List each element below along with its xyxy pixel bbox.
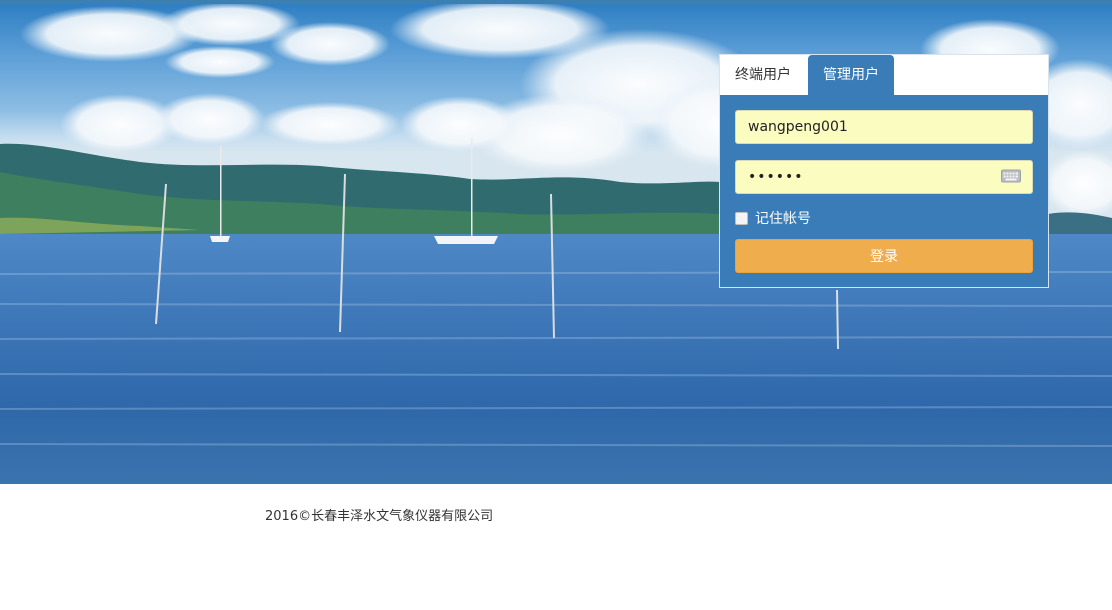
- login-panel: 终端用户 管理用户 wangpeng001 •••••• 记住帐号 登录: [719, 54, 1049, 288]
- login-button[interactable]: 登录: [735, 239, 1033, 273]
- login-tabs: 终端用户 管理用户: [720, 55, 1048, 95]
- tab-terminal-user[interactable]: 终端用户: [720, 55, 806, 95]
- remember-label: 记住帐号: [755, 211, 811, 227]
- username-input[interactable]: wangpeng001: [735, 110, 1033, 144]
- footer-copyright: 2016©长春丰泽水文气象仪器有限公司: [265, 509, 494, 524]
- password-input[interactable]: ••••••: [735, 160, 1033, 194]
- remember-account[interactable]: 记住帐号: [735, 208, 811, 228]
- remember-checkbox[interactable]: [735, 211, 748, 225]
- keyboard-icon[interactable]: [1001, 168, 1021, 184]
- tab-admin-user[interactable]: 管理用户: [808, 55, 894, 95]
